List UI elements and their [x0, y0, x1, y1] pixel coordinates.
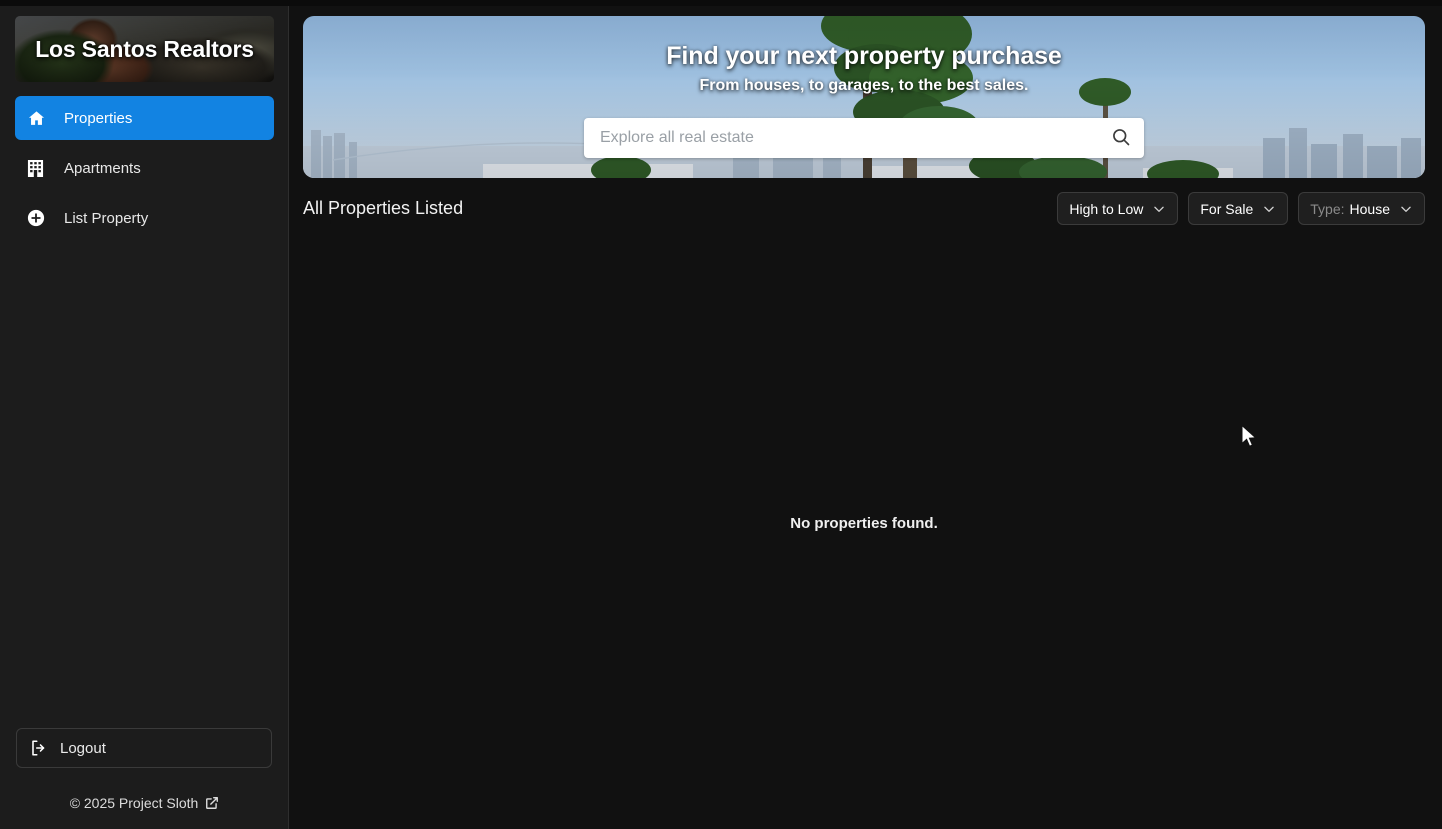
- app-title: Los Santos Realtors: [35, 35, 254, 62]
- plus-circle-icon: [27, 208, 53, 228]
- listing-status-filter-label: For Sale: [1200, 200, 1254, 217]
- footer-text: © 2025 Project Sloth: [69, 795, 199, 811]
- sidebar-logo-banner[interactable]: Los Santos Realtors: [15, 16, 274, 82]
- logout-button[interactable]: Logout: [16, 728, 272, 768]
- hero-text-block: Find your next property purchase From ho…: [303, 42, 1425, 95]
- building-icon: [27, 158, 53, 178]
- listing-status-filter-dropdown[interactable]: For Sale: [1188, 192, 1289, 225]
- sidebar: Los Santos Realtors Properties Apartment…: [0, 0, 289, 829]
- search-bar[interactable]: [584, 118, 1144, 158]
- hero-title: Find your next property purchase: [666, 42, 1062, 70]
- sidebar-item-apartments[interactable]: Apartments: [15, 146, 274, 190]
- external-link-icon: [205, 796, 219, 810]
- chevron-down-icon: [1152, 202, 1166, 216]
- search-input[interactable]: [584, 118, 1098, 158]
- logout-icon: [30, 739, 48, 757]
- hero-subtitle: From houses, to garages, to the best sal…: [699, 77, 1029, 94]
- sidebar-item-label: List Property: [64, 209, 149, 227]
- footer-credit[interactable]: © 2025 Project Sloth: [0, 795, 289, 811]
- sort-filter-dropdown[interactable]: High to Low: [1057, 192, 1179, 225]
- search-button[interactable]: [1098, 118, 1144, 158]
- sidebar-item-label: Properties: [64, 109, 133, 127]
- sidebar-item-label: Apartments: [64, 159, 141, 177]
- sidebar-item-list-property[interactable]: List Property: [15, 196, 274, 240]
- chevron-down-icon: [1262, 202, 1276, 216]
- page-title: All Properties Listed: [303, 198, 464, 218]
- filter-group: High to Low For Sale Type: House: [1057, 192, 1425, 225]
- logout-label: Logout: [60, 739, 106, 757]
- property-type-filter-prefix: Type:: [1310, 200, 1345, 217]
- property-type-filter-label: House: [1349, 200, 1390, 217]
- window-top-strip: [0, 0, 1442, 6]
- sidebar-nav: Properties Apartments List Property: [15, 96, 274, 246]
- main-content: Find your next property purchase From ho…: [289, 0, 1442, 829]
- property-type-filter-dropdown[interactable]: Type: House: [1298, 192, 1425, 225]
- sort-filter-label: High to Low: [1069, 200, 1144, 217]
- empty-state-message: No properties found.: [790, 515, 938, 532]
- home-icon: [27, 108, 53, 128]
- hero-banner: Find your next property purchase From ho…: [303, 16, 1425, 178]
- chevron-down-icon: [1399, 202, 1413, 216]
- sidebar-item-properties[interactable]: Properties: [15, 96, 274, 140]
- properties-toolbar: All Properties Listed High to Low For Sa…: [303, 192, 1425, 225]
- search-icon: [1111, 127, 1131, 150]
